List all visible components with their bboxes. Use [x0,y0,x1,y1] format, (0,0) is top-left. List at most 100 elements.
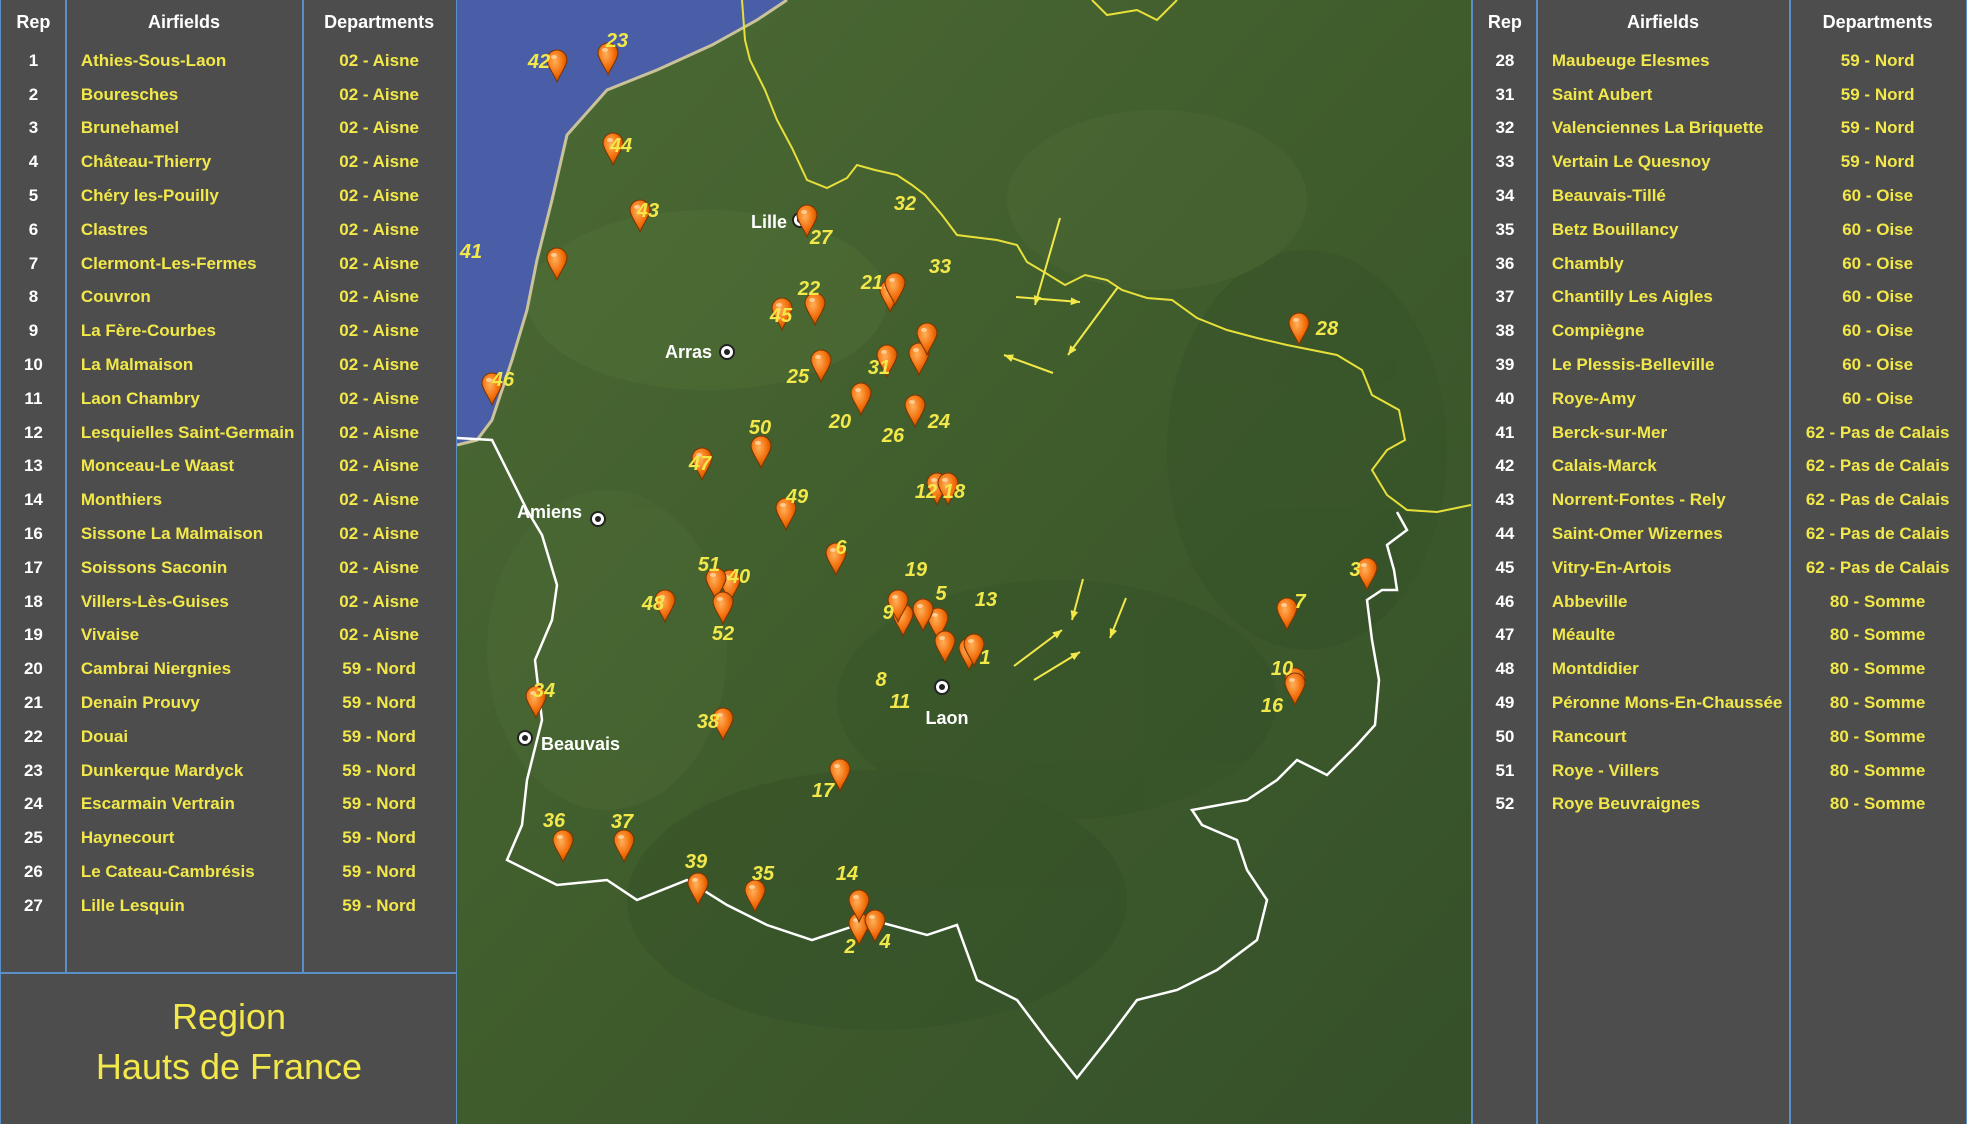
airfield-cell: Chantilly Les Aigles [1551,287,1713,307]
marker-number-label: 33 [929,256,951,278]
rep-cell: 4 [28,152,39,172]
table-row: 47 Méaulte 80 - Somme [1473,619,1966,653]
airfield-cell: Laon Chambry [80,388,200,408]
marker-number-label: 19 [905,559,928,581]
airfield-cell: Vivaise [80,625,140,645]
rep-cell: 5 [28,186,39,206]
table-row: 40 Roye-Amy 60 - Oise [1473,382,1966,416]
column-divider [1536,0,1538,1124]
marker-number-label: 48 [641,593,665,615]
table-row: 51 Roye - Villers 80 - Somme [1473,754,1966,788]
marker-number-label: 36 [543,810,566,832]
rep-cell: 9 [28,321,39,341]
airfield-cell: Douai [80,726,129,746]
rep-cell: 19 [23,625,43,645]
marker-number-label: 51 [698,554,720,576]
airfield-cell: Norrent-Fontes - Rely [1551,490,1726,510]
map-view[interactable]: Lille Arras Amiens Beauvais Laon 1 2 3 4 5 6 7 8 9 10… [457,0,1471,1124]
marker-number-label: 5 [935,583,947,605]
airfield-cell: Valenciennes La Briquette [1551,118,1764,138]
city-arras: Arras [665,342,735,362]
department-cell: 62 - Pas de Calais [1805,524,1950,544]
department-cell: 59 - Nord [342,862,416,882]
department-cell: 80 - Somme [1829,726,1926,746]
marker-number-label: 2 [843,936,855,958]
marker-number-label: 40 [727,566,750,588]
airfield-cell: Méaulte [1551,625,1616,645]
marker-number-label: 8 [875,669,887,691]
airfield-cell: Le Cateau-Cambrésis [80,862,255,882]
department-cell: 59 - Nord [342,693,416,713]
department-cell: 59 - Nord [1840,84,1915,104]
airfield-cell: Maubeuge Elesmes [1551,50,1710,70]
airfield-cell: Le Plessis-Belleville [1551,355,1715,375]
col-header-rep: Rep [16,11,51,32]
department-cell: 60 - Oise [1842,186,1914,206]
table-row: 20 Cambrai Niergnies 59 - Nord [1,652,456,686]
table-row: 32 Valenciennes La Briquette 59 - Nord [1473,112,1966,146]
left-panel: Rep Airfields Departments 1 Athies-Sous-L… [0,0,457,1124]
airfield-cell: Beauvais-Tillé [1551,186,1666,206]
col-header-airfields: Airfields [148,11,221,32]
table-row: 28 Maubeuge Elesmes 59 - Nord [1473,44,1966,78]
marker-number-label: 38 [697,711,720,733]
department-cell: 62 - Pas de Calais [1805,456,1950,476]
rep-cell: 28 [1495,50,1515,70]
table-row: 24 Escarmain Vertrain 59 - Nord [1,788,456,822]
rep-cell: 27 [23,895,43,915]
airfield-cell: Clermont-Les-Fermes [80,253,257,273]
rep-cell: 18 [23,591,43,611]
table-row: 36 Chambly 60 - Oise [1473,247,1966,281]
rep-cell: 39 [1495,355,1515,375]
rep-cell: 21 [23,693,43,713]
table-row: 19 Vivaise 02 - Aisne [1,619,456,653]
region-label: Region [171,996,287,1037]
department-cell: 62 - Pas de Calais [1805,490,1950,510]
city-label: Beauvais [541,734,620,754]
marker-number-label: 46 [491,369,515,391]
rep-cell: 35 [1495,219,1515,239]
rep-cell: 50 [1495,726,1515,746]
table-row: 31 Saint Aubert 59 - Nord [1473,78,1966,112]
table-row: 25 Haynecourt 59 - Nord [1,821,456,855]
department-cell: 02 - Aisne [339,84,419,104]
marker-number-label: 3 [1349,559,1360,581]
rep-cell: 46 [1495,591,1515,611]
department-cell: 59 - Nord [1840,118,1915,138]
department-cell: 62 - Pas de Calais [1805,422,1950,442]
table-row: 13 Monceau-Le Waast 02 - Aisne [1,450,456,484]
department-cell: 60 - Oise [1842,355,1914,375]
airfield-cell: Monthiers [80,490,163,510]
department-cell: 02 - Aisne [339,152,419,172]
rep-cell: 8 [28,287,39,307]
marker-number-label: 25 [786,366,810,388]
rep-cell: 31 [1495,84,1515,104]
table-row: 3 Brunehamel 02 - Aisne [1,112,456,146]
table-header-row: Rep Airfields Departments [1,0,456,44]
marker-number-label: 18 [943,481,966,503]
marker-number-label: 44 [609,135,632,157]
city-label: Amiens [517,502,582,522]
rep-cell: 14 [23,490,43,510]
rep-cell: 20 [23,659,43,679]
department-cell: 60 - Oise [1842,388,1914,408]
rep-cell: 51 [1495,760,1515,780]
rep-cell: 38 [1495,321,1515,341]
map-canvas[interactable]: LilleArrasAmiensBeauvaisLaon 12345678910… [457,0,1471,1124]
airfield-cell: Lille Lesquin [80,895,185,915]
table-row: 6 Clastres 02 - Aisne [1,213,456,247]
department-cell: 59 - Nord [1840,50,1915,70]
department-cell: 80 - Somme [1829,659,1926,679]
city-label: Lille [751,212,787,232]
region-name: Hauts de France [95,1046,363,1087]
marker-number-label: 16 [1261,695,1284,717]
marker-number-label: 41 [459,241,482,263]
table-row: 11 Laon Chambry 02 - Aisne [1,382,456,416]
table-row: 1 Athies-Sous-Laon 02 - Aisne [1,44,456,78]
department-cell: 60 - Oise [1842,219,1914,239]
rep-cell: 44 [1495,524,1515,544]
table-row: 48 Montdidier 80 - Somme [1473,652,1966,686]
department-cell: 02 - Aisne [339,388,419,408]
department-cell: 02 - Aisne [339,625,419,645]
department-cell: 59 - Nord [342,659,416,679]
